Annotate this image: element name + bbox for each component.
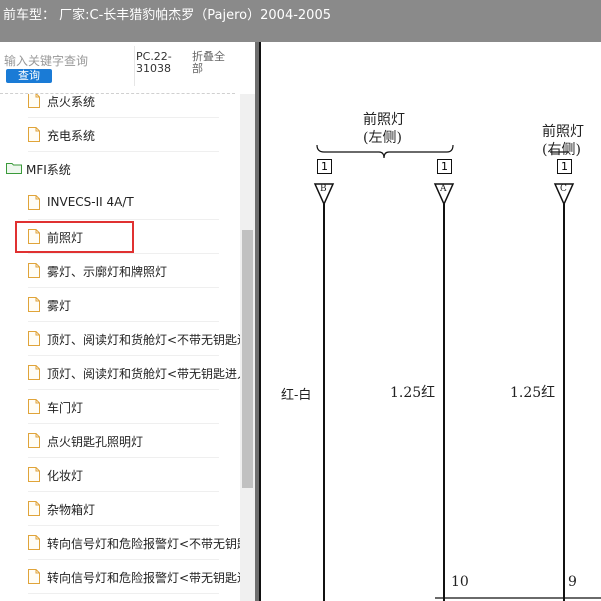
collapse-all-button[interactable]: 折叠全部 — [192, 51, 232, 75]
title-bar: 前车型： 厂家:C-长丰猎豹帕杰罗（Pajero）2004-2005 — [0, 0, 601, 42]
tree-scrollbar[interactable] — [240, 94, 255, 601]
doc-tree: 点火系统 充电系统 MFI系统 INVECS-II 4A/T 前照灯 雾灯、示廓灯和牌照灯… — [0, 94, 240, 601]
tree-item-label: 车门灯 — [47, 401, 84, 415]
tree-item[interactable]: 转向信号灯和危险报警灯<不带无钥匙进入系统> — [28, 526, 240, 560]
left-group-title: 前照灯 — [363, 112, 405, 128]
tree-item[interactable]: 点火系统 — [28, 94, 219, 118]
tree-item[interactable]: 杂物箱灯 — [28, 492, 219, 526]
document-viewer: 前照灯 (左侧) 前照灯 (右侧) 1 1 1 B A C 红-白 1.25红 … — [259, 42, 601, 601]
doc-code: PC.22-31038 — [136, 50, 172, 75]
selected-item-highlight — [15, 221, 134, 253]
tree-item-label: 顶灯、阅读灯和货舱灯<带无钥匙进入系统> — [47, 367, 240, 381]
tree-item[interactable]: 雾灯 — [28, 288, 219, 322]
wire-label-a: 1.25红 — [390, 385, 436, 401]
tree-item-label: 化妆灯 — [47, 469, 84, 483]
tree-item[interactable]: 车门灯 — [28, 390, 219, 424]
connector-box-c: 1 — [557, 159, 572, 174]
side-panel: 查询 PC.22-31038 折叠全部 点火系统充电系统 MFI系统 INVECS-… — [0, 42, 255, 601]
tree-item-label: 转向信号灯和危险报警灯<不带无钥匙进入系统> — [47, 537, 240, 551]
pin-label-b: B — [320, 184, 327, 194]
tree-item[interactable]: 化妆灯 — [28, 458, 219, 492]
file-icon — [28, 331, 40, 346]
tree-item[interactable]: 雾灯、示廓灯和牌照灯 — [28, 254, 219, 288]
tree-item[interactable]: 充电系统 — [28, 118, 219, 152]
tree-item-label: 顶灯、阅读灯和货舱灯<不带无钥匙进入系统> — [47, 333, 240, 347]
tree-item[interactable]: 顶灯、阅读灯和货舱灯<不带无钥匙进入系统> — [28, 322, 240, 356]
tree-item[interactable]: 转向信号灯和危险报警灯<带无钥匙进入系统> — [28, 560, 240, 594]
file-icon — [28, 433, 40, 448]
terminal-label-10: 10 — [451, 574, 469, 590]
file-icon — [28, 94, 40, 108]
search-input[interactable] — [4, 52, 124, 70]
tree-item-label: 杂物箱灯 — [47, 503, 96, 517]
tree-item[interactable]: 顶灯、阅读灯和货舱灯<带无钥匙进入系统> — [28, 356, 240, 390]
tree-item-label: MFI系统 — [26, 163, 71, 177]
file-icon — [28, 127, 40, 142]
file-icon — [28, 569, 40, 584]
file-icon — [28, 365, 40, 380]
folder-icon — [6, 163, 22, 174]
connector-box-a: 1 — [437, 159, 452, 174]
tree-item-label: 转向信号灯和危险报警灯<带无钥匙进入系统> — [47, 571, 240, 585]
tree-item[interactable]: 点火钥匙孔照明灯 — [28, 424, 219, 458]
file-icon — [28, 467, 40, 482]
pin-label-c: C — [560, 184, 567, 194]
right-group-side: (右侧) — [542, 142, 581, 158]
tree-item-label: 雾灯 — [47, 299, 72, 313]
search-bar: 查询 PC.22-31038 折叠全部 — [0, 42, 255, 94]
file-icon — [28, 399, 40, 414]
wire-label-c: 1.25红 — [510, 385, 556, 401]
search-button[interactable]: 查询 — [6, 69, 52, 83]
terminal-label-9: 9 — [568, 574, 577, 590]
window-title: 前车型： 厂家:C-长丰猎豹帕杰罗（Pajero）2004-2005 — [3, 8, 331, 23]
file-icon — [28, 195, 40, 210]
file-icon — [28, 297, 40, 312]
wire-label-b: 红-白 — [281, 388, 312, 403]
tree-item-label: 点火钥匙孔照明灯 — [47, 435, 144, 449]
right-group-title: 前照灯 — [542, 124, 584, 140]
tree-item[interactable]: INVECS-II 4A/T — [28, 186, 219, 220]
file-icon — [28, 501, 40, 516]
tree-item[interactable]: MFI系统 — [6, 152, 219, 185]
file-icon — [28, 263, 40, 278]
pin-label-a: A — [440, 184, 447, 194]
scrollbar-thumb[interactable] — [242, 230, 253, 488]
tree-item-label: INVECS-II 4A/T — [47, 195, 134, 209]
left-group-side: (左侧) — [363, 130, 402, 146]
file-icon — [28, 535, 40, 550]
tree-item-label: 点火系统 — [47, 95, 96, 109]
tree-item-label: 雾灯、示廓灯和牌照灯 — [47, 265, 168, 279]
tree-item-label: 充电系统 — [47, 129, 96, 143]
search-separator — [134, 46, 135, 86]
connector-box-b: 1 — [317, 159, 332, 174]
